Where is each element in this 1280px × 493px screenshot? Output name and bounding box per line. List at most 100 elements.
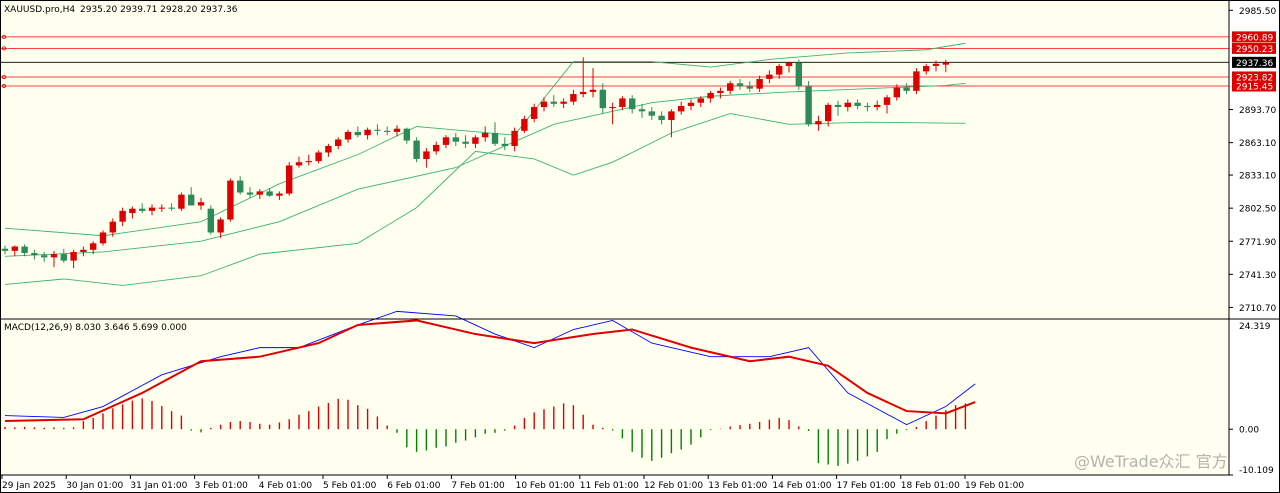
candle-body (805, 86, 812, 125)
x-tick-label: 6 Feb 01:00 (387, 481, 441, 491)
candle-body (237, 180, 244, 193)
candle-body (589, 89, 597, 92)
x-tick-label: 18 Feb 01:00 (901, 481, 960, 491)
candle-body (815, 121, 822, 125)
candle-body (462, 141, 469, 144)
candle-body (570, 94, 577, 102)
price-tag-text: 2960.89 (1236, 33, 1273, 43)
price-label-tags: 2960.892950.232937.362923.822915.45 (1232, 31, 1276, 93)
candle-body (403, 128, 410, 141)
x-tick-label: 12 Feb 01:00 (644, 481, 703, 491)
candle-body (119, 210, 126, 222)
candle-body (648, 111, 655, 116)
candle-body (148, 207, 156, 211)
candle-body (335, 139, 342, 146)
y-tick-label: 2710.70 (1239, 304, 1276, 314)
candle-body (864, 105, 871, 108)
candle-body (129, 208, 136, 214)
x-tick-label: 5 Feb 01:00 (323, 481, 377, 491)
candle-body (158, 207, 165, 209)
candle-body (256, 191, 263, 195)
candle-body (531, 107, 538, 119)
candle-body (41, 255, 48, 258)
candle-body (354, 131, 361, 136)
candle-body (433, 144, 440, 152)
y-tick-label: 2741.30 (1239, 271, 1276, 281)
candle-body (295, 162, 303, 166)
candle-body (80, 249, 87, 252)
macd-label: MACD(12,26,9) 8.030 3.646 5.699 0.000 (4, 323, 187, 333)
price-tag-text: 2950.23 (1236, 45, 1273, 55)
candle-body (21, 246, 28, 254)
candle-body (246, 192, 254, 195)
candle-body (168, 207, 175, 209)
x-tick-label: 17 Feb 01:00 (837, 481, 896, 491)
candle-body (1, 248, 9, 251)
candle-body (305, 161, 312, 163)
x-tick-label: 29 Jan 2025 (2, 481, 56, 491)
macd-tick-label: 24.319 (1239, 322, 1271, 332)
candle-body (521, 118, 528, 131)
candle-body (50, 254, 58, 258)
candle-body (139, 208, 146, 211)
price-panel (0, 0, 1229, 319)
candle-body (188, 194, 195, 206)
candle-body (844, 102, 851, 108)
candle-body (874, 104, 881, 108)
candle-body (31, 253, 38, 256)
candle-body (70, 251, 77, 261)
candle-body (60, 254, 67, 261)
x-tick-label: 4 Feb 01:00 (259, 481, 313, 491)
x-tick-label: 3 Feb 01:00 (195, 481, 249, 491)
candle-body (511, 130, 518, 146)
candle-body (619, 98, 626, 108)
x-tick-label: 11 Feb 01:00 (580, 481, 639, 491)
chart-canvas: 2985.50 2893.70 2863.10 2833.10 2802.50 2771.… (0, 0, 1280, 493)
candle-body (599, 89, 606, 109)
x-tick-label: 19 Feb 01:00 (965, 481, 1024, 491)
price-tag-text: 2937.36 (1236, 59, 1273, 69)
candle-body (580, 91, 587, 95)
candle-body (393, 128, 401, 132)
macd-tick-label: 0.00 (1239, 426, 1259, 436)
candle-body (736, 83, 744, 87)
candle-body (442, 137, 450, 145)
x-tick-label: 31 Jan 01:00 (130, 481, 187, 491)
candle-body (883, 97, 891, 105)
candle-body (99, 232, 107, 244)
price-tag-text: 2915.45 (1236, 83, 1273, 93)
candle-body (266, 191, 273, 196)
y-tick-label: 2833.10 (1239, 172, 1276, 182)
macd-panel (0, 319, 1229, 475)
candle-body (658, 115, 665, 121)
candle-body (472, 137, 479, 144)
candle-body (746, 86, 753, 89)
candle-body (629, 98, 636, 110)
candle-body (11, 246, 18, 251)
candle-body (638, 109, 646, 112)
candle-body (491, 133, 499, 144)
candle-body (834, 104, 842, 108)
candle-body (384, 130, 391, 132)
candle-body (413, 140, 420, 159)
candle-body (550, 101, 557, 104)
candle-body (560, 101, 567, 104)
candle-body (482, 133, 489, 138)
candle-body (766, 74, 773, 79)
candle-body (90, 243, 97, 250)
candle-body (501, 143, 508, 146)
candle-body (423, 151, 430, 159)
candle-body (364, 129, 371, 136)
candle-body (717, 90, 724, 93)
chart-title: XAUUSD.pro,H4 (4, 5, 75, 15)
candle-body (452, 137, 459, 142)
y-tick-label: 2802.50 (1239, 205, 1276, 215)
candle-body (756, 78, 763, 89)
candle-body (325, 145, 332, 153)
candle-body (776, 65, 783, 75)
candle-body (687, 102, 695, 106)
candle-body (227, 180, 234, 220)
candle-body (344, 131, 352, 140)
candle-body (903, 87, 910, 91)
x-tick-label: 30 Jan 01:00 (66, 481, 123, 491)
